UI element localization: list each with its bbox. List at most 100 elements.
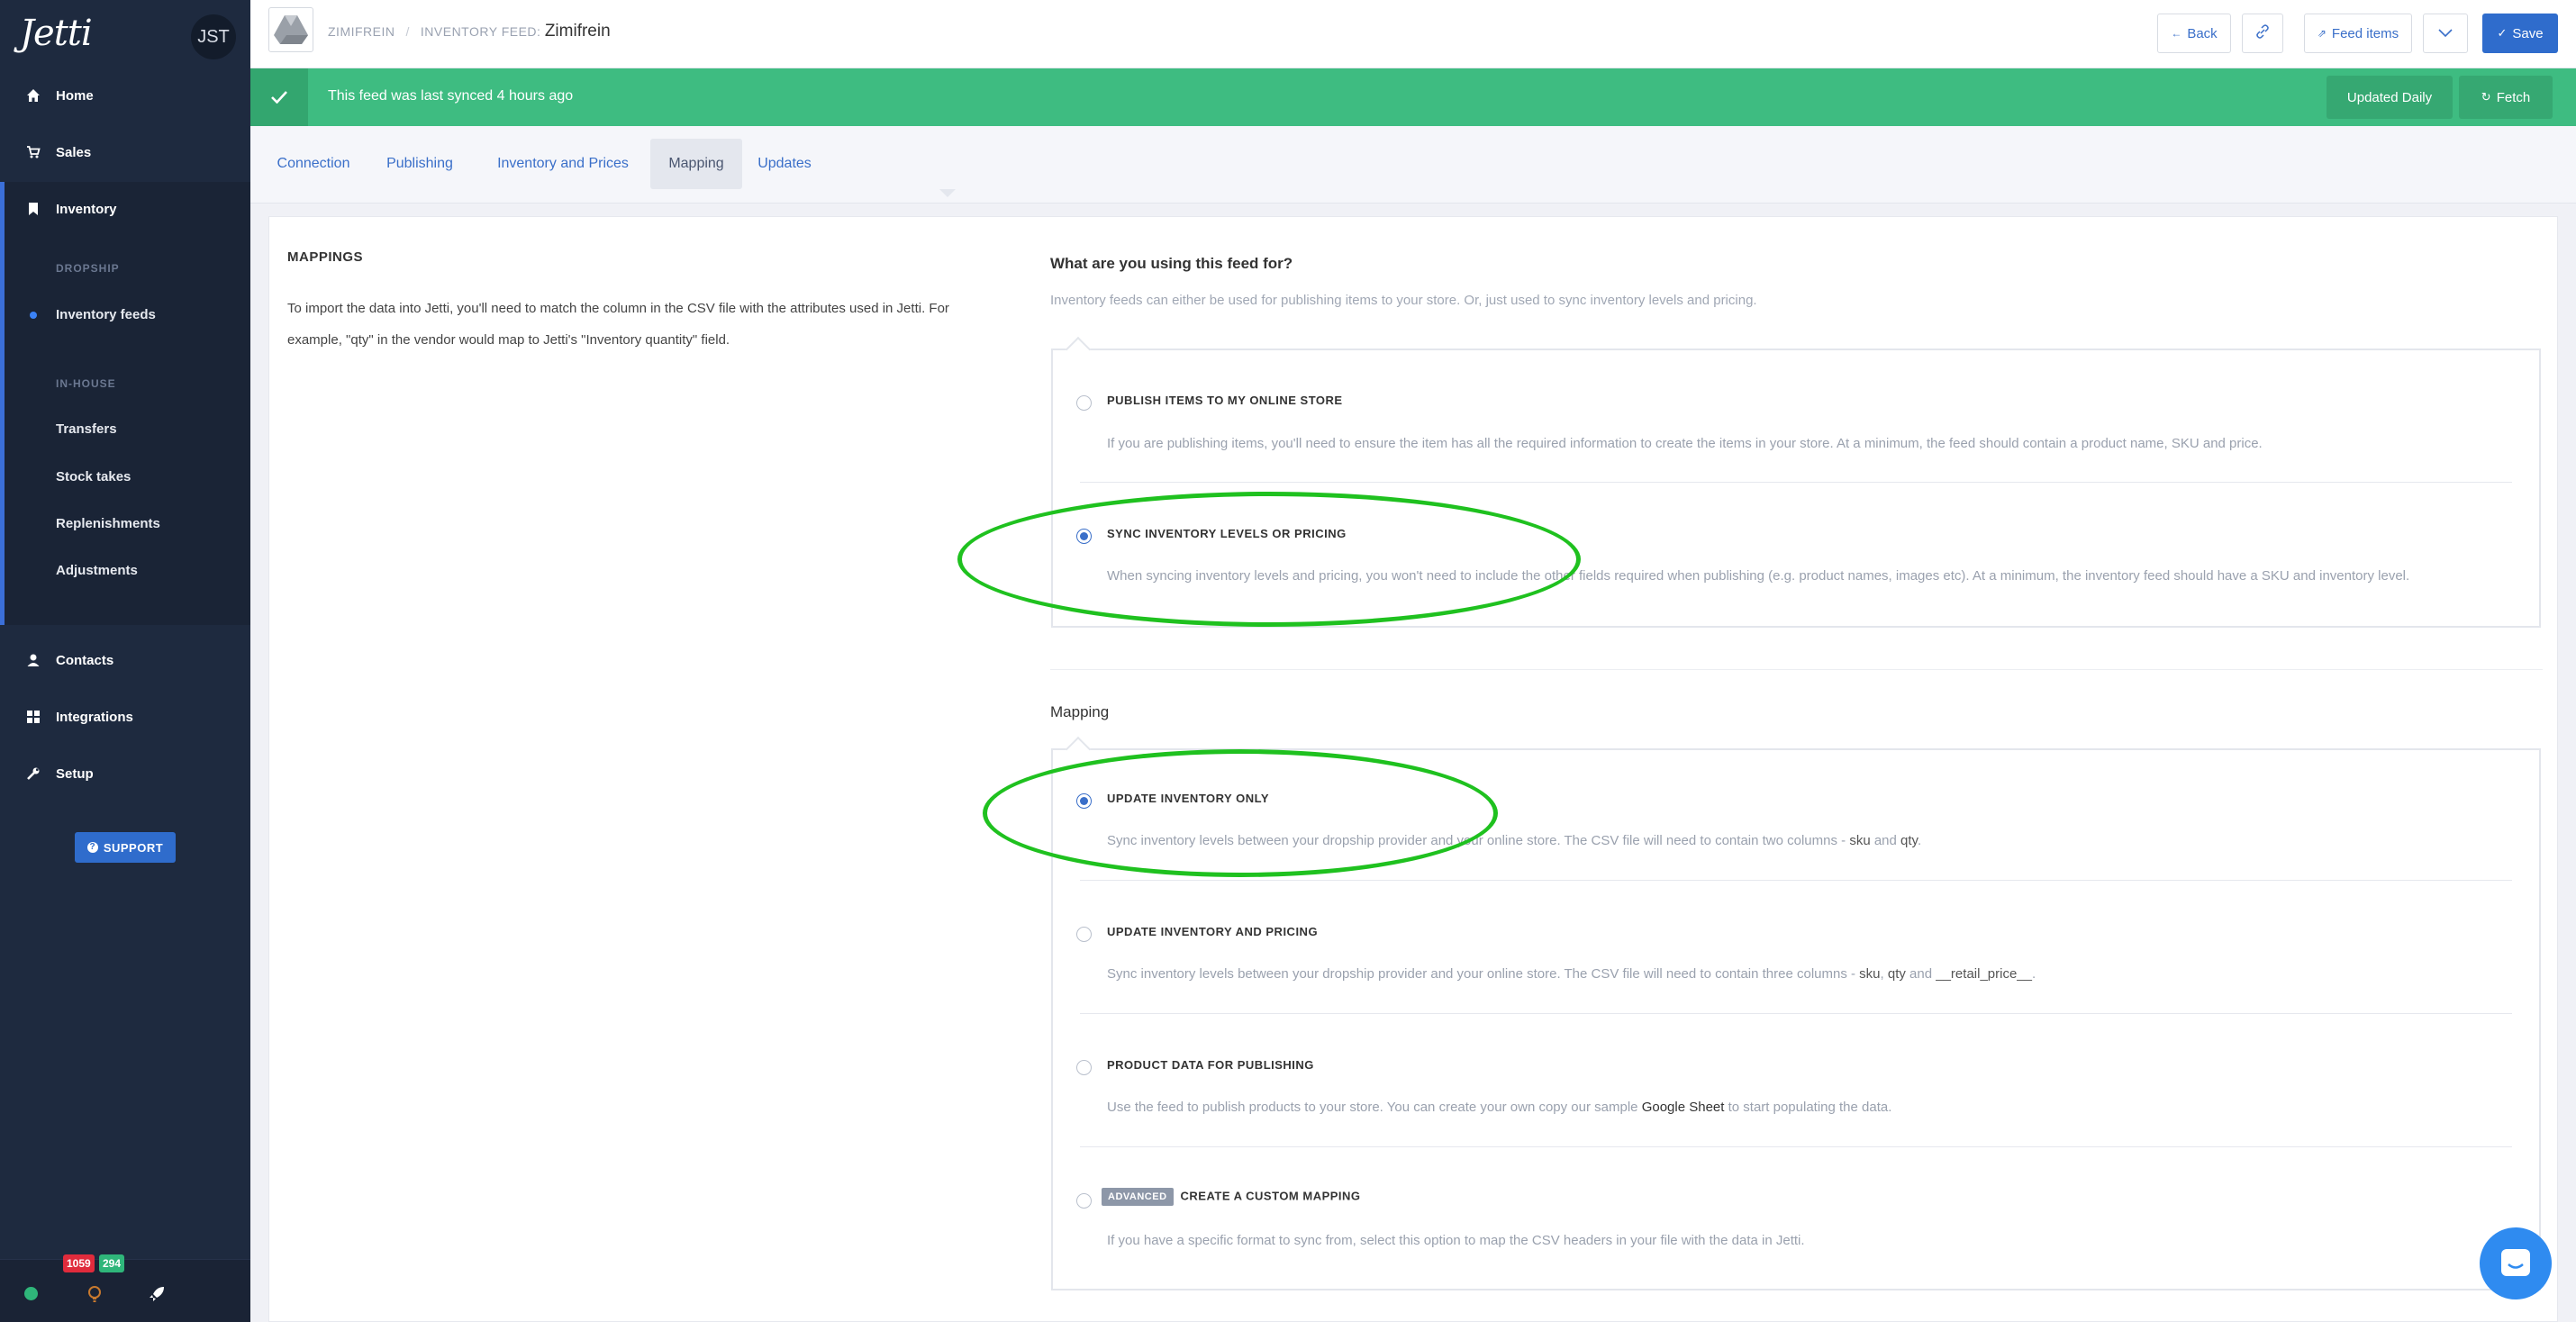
user-avatar[interactable]: JST: [191, 14, 236, 59]
support-button[interactable]: ? SUPPORT: [75, 832, 176, 863]
nav-inventory[interactable]: Inventory: [0, 191, 250, 227]
option-custom-desc: If you have a specific format to sync fr…: [1107, 1233, 1805, 1248]
nav-setup[interactable]: Setup: [0, 756, 250, 792]
desc-text: Sync inventory levels between your drops…: [1107, 966, 1860, 982]
tab-bar: Connection Publishing Inventory and Pric…: [250, 126, 2576, 204]
sidebar-item-transfers[interactable]: Transfers: [56, 421, 117, 437]
radio-custom-mapping[interactable]: [1076, 1193, 1092, 1209]
rocket-icon[interactable]: [148, 1285, 166, 1308]
nav-home[interactable]: Home: [0, 77, 250, 113]
help-icon: ?: [86, 842, 98, 853]
save-button[interactable]: ✓ Save: [2482, 14, 2558, 53]
nav-integrations[interactable]: Integrations: [0, 699, 250, 735]
success-count-badge[interactable]: 294: [99, 1254, 125, 1272]
nav-sales[interactable]: Sales: [0, 134, 250, 170]
google-drive-icon: [274, 15, 308, 44]
desc-text: ,: [1880, 966, 1888, 982]
fetch-button[interactable]: ↻ Fetch: [2459, 76, 2553, 119]
sync-status-text: This feed was last synced 4 hours ago: [328, 88, 574, 104]
arrow-left-icon: ←: [2171, 27, 2182, 40]
sidebar-item-adjustments[interactable]: Adjustments: [56, 563, 138, 578]
sync-status-bar: This feed was last synced 4 hours ago Up…: [250, 68, 2576, 126]
support-label: SUPPORT: [103, 840, 164, 855]
error-count-badge[interactable]: 1059: [63, 1254, 95, 1272]
tab-updates[interactable]: Updates: [751, 139, 818, 189]
active-tab-caret: [939, 189, 956, 197]
option-custom-title[interactable]: ADVANCED CREATE A CUSTOM MAPPING: [1102, 1188, 1361, 1206]
nav-contacts-label: Contacts: [56, 652, 114, 668]
more-dropdown-button[interactable]: [2423, 14, 2468, 53]
jetti-logo[interactable]: Jetti: [20, 13, 93, 54]
sidebar-item-inventory-feeds[interactable]: Inventory feeds: [56, 307, 156, 322]
sidebar-item-replenishments[interactable]: Replenishments: [56, 516, 160, 531]
schedule-button[interactable]: Updated Daily: [2327, 76, 2453, 119]
column-sku: sku: [1859, 966, 1881, 982]
box-notch: [1065, 336, 1092, 363]
feed-items-button[interactable]: ⇗ Feed items: [2304, 14, 2412, 53]
tab-mapping[interactable]: Mapping: [650, 139, 742, 189]
radio-product-data-publishing[interactable]: [1076, 1060, 1092, 1075]
option-divider: [1080, 880, 2512, 881]
option-divider: [1080, 1013, 2512, 1014]
option-product-data-desc: Use the feed to publish products to your…: [1107, 1100, 1891, 1115]
bookmark-icon: [25, 201, 41, 217]
chat-icon: [2501, 1249, 2530, 1276]
nav-contacts[interactable]: Contacts: [0, 642, 250, 678]
nav-inventory-label: Inventory: [56, 201, 117, 217]
option-divider: [1080, 1146, 2512, 1147]
option-inventory-pricing-title[interactable]: UPDATE INVENTORY AND PRICING: [1107, 925, 1318, 938]
column-sku: sku: [1849, 833, 1871, 848]
back-button[interactable]: ← Back: [2157, 14, 2231, 53]
wrench-icon: [25, 765, 41, 782]
link-button[interactable]: [2242, 14, 2283, 53]
grid-icon: [25, 709, 41, 725]
column-qty: qty: [1887, 966, 1906, 982]
desc-text: .: [1917, 833, 1922, 848]
tab-connection[interactable]: Connection: [268, 139, 358, 189]
desc-text: to start populating the data.: [1724, 1100, 1892, 1115]
annotation-ellipse-inventory-only: [983, 749, 1498, 877]
refresh-icon: ↻: [2481, 90, 2491, 104]
annotation-ellipse-sync: [957, 492, 1581, 627]
box-notch: [1065, 736, 1092, 763]
person-icon: [25, 652, 41, 668]
back-label: Back: [2187, 25, 2218, 41]
top-bar: ZIMIFREIN / INVENTORY FEED: Zimifrein ← Bac…: [250, 0, 2576, 68]
status-dot-icon: [24, 1287, 38, 1300]
option-product-data-title[interactable]: PRODUCT DATA FOR PUBLISHING: [1107, 1058, 1314, 1072]
breadcrumb-root[interactable]: ZIMIFREIN: [328, 24, 395, 39]
option-inventory-pricing-desc: Sync inventory levels between your drops…: [1107, 966, 2036, 982]
tab-inventory-and-prices[interactable]: Inventory and Prices: [485, 139, 641, 189]
option-publish-title[interactable]: PUBLISH ITEMS TO MY ONLINE STORE: [1107, 394, 1343, 407]
option-custom-label: CREATE A CUSTOM MAPPING: [1180, 1189, 1361, 1203]
mappings-title: MAPPINGS: [287, 249, 364, 265]
inhouse-heading: IN-HOUSE: [56, 377, 116, 390]
sidebar-item-stock-takes[interactable]: Stock takes: [56, 469, 131, 484]
breadcrumb-label: INVENTORY FEED:: [420, 24, 541, 39]
option-publish-desc: If you are publishing items, you'll need…: [1107, 436, 2263, 451]
feed-items-label: Feed items: [2331, 25, 2399, 41]
usage-subtitle: Inventory feeds can either be used for p…: [1050, 293, 1757, 308]
nav-setup-label: Setup: [56, 765, 94, 782]
column-retail-price: __retail_price__: [1936, 966, 2032, 982]
column-qty: qty: [1900, 833, 1918, 848]
lightbulb-icon[interactable]: [86, 1285, 103, 1308]
chat-widget-button[interactable]: [2480, 1227, 2552, 1299]
feed-logo: [268, 7, 313, 52]
nav-sales-label: Sales: [56, 144, 92, 160]
desc-text: .: [2032, 966, 2036, 982]
desc-text: Use the feed to publish products to your…: [1107, 1100, 1642, 1115]
radio-update-inventory-and-pricing[interactable]: [1076, 927, 1092, 942]
google-sheet-link[interactable]: Google Sheet: [1642, 1100, 1725, 1115]
desc-text: and: [1905, 966, 1937, 982]
sync-check-icon: [250, 68, 308, 126]
nav-integrations-label: Integrations: [56, 709, 133, 725]
dropship-heading: DROPSHIP: [56, 262, 120, 275]
external-link-icon: ⇗: [2317, 27, 2327, 40]
tab-publishing[interactable]: Publishing: [375, 139, 465, 189]
option-divider: [1080, 482, 2512, 483]
page-title: Zimifrein: [544, 22, 611, 41]
advanced-badge: ADVANCED: [1102, 1188, 1174, 1206]
link-icon: [2255, 24, 2270, 42]
radio-publish-items[interactable]: [1076, 395, 1092, 411]
